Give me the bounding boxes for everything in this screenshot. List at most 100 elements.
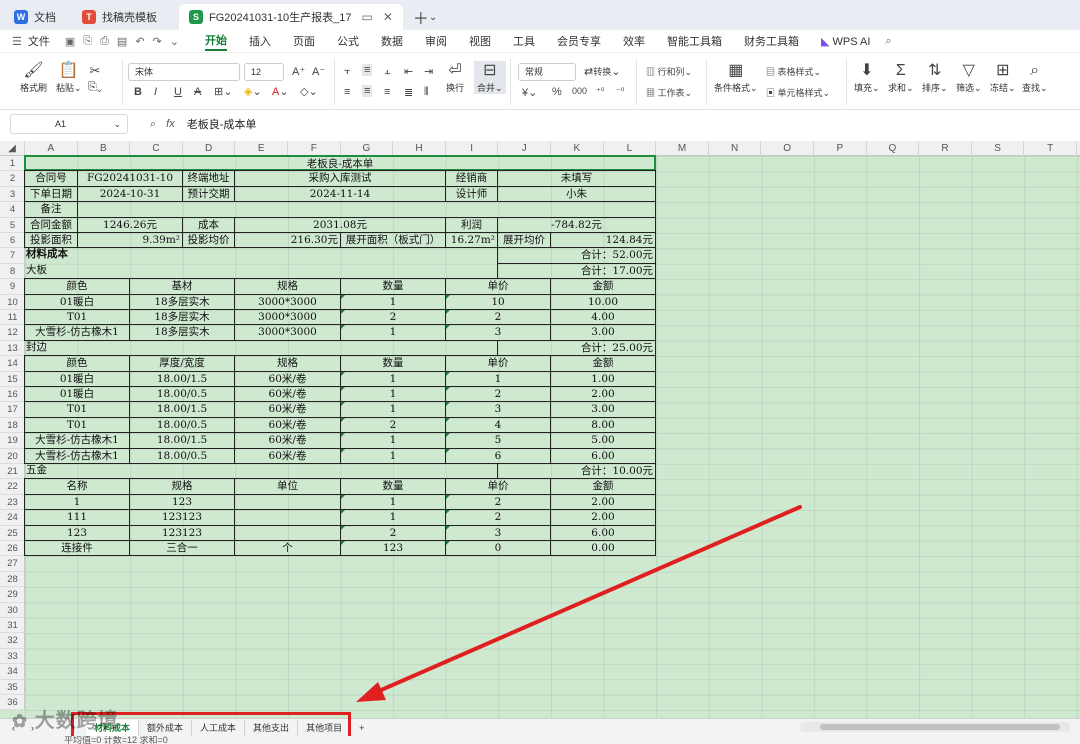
table-cell[interactable]: 18.00/0.5 — [129, 386, 235, 403]
menu-formula[interactable]: 公式 — [337, 33, 359, 49]
row-header[interactable]: 24 — [0, 510, 25, 526]
menu-data[interactable]: 数据 — [381, 33, 403, 49]
table-cell[interactable]: 预计交期 — [182, 185, 235, 203]
column-header[interactable]: N — [709, 141, 762, 156]
row-header[interactable]: 13 — [0, 341, 25, 357]
row-header[interactable]: 1 — [0, 156, 25, 172]
table-cell[interactable]: 大板 — [24, 263, 130, 279]
menu-member[interactable]: 会员专享 — [557, 33, 601, 49]
menu-file[interactable]: 文件 — [28, 33, 50, 49]
fill-color-icon[interactable]: ◈⌄ — [244, 85, 262, 98]
print-icon[interactable]: ⎙ — [100, 35, 109, 48]
row-header[interactable]: 14 — [0, 356, 25, 372]
column-header[interactable]: F — [288, 141, 341, 156]
row-header[interactable]: 15 — [0, 372, 25, 387]
row-header[interactable]: 25 — [0, 526, 25, 541]
row-header[interactable]: 34 — [0, 664, 25, 680]
table-cell[interactable]: 4 — [445, 416, 551, 434]
font-color-icon[interactable]: A⌄ — [272, 85, 289, 98]
table-cell[interactable]: 01暖白 — [24, 370, 130, 387]
menu-smart-toolbox[interactable]: 智能工具箱 — [667, 33, 722, 49]
row-header[interactable]: 4 — [0, 202, 25, 218]
row-header[interactable]: 6 — [0, 233, 25, 249]
worksheet-button[interactable]: ▦ 工作表⌄ — [646, 86, 692, 99]
row-header[interactable]: 10 — [0, 295, 25, 310]
table-cell[interactable]: 1 — [340, 401, 446, 418]
tab-template[interactable]: T 找稿壳模板 — [72, 4, 167, 30]
column-header[interactable]: E — [235, 141, 288, 156]
table-cell[interactable]: 2031.08元 — [234, 216, 446, 233]
table-cell[interactable]: 合计：25.00元 — [497, 339, 656, 357]
bold-icon[interactable]: B — [134, 86, 142, 98]
table-cell[interactable]: 2 — [340, 524, 446, 541]
table-cell[interactable]: 规格 — [234, 355, 341, 372]
align-left-icon[interactable]: ≡ — [344, 86, 350, 98]
menu-insert[interactable]: 插入 — [249, 33, 271, 49]
column-header[interactable]: I — [446, 141, 499, 156]
column-header[interactable]: S — [972, 141, 1025, 156]
row-header[interactable]: 28 — [0, 572, 25, 588]
column-header[interactable]: Q — [867, 141, 920, 156]
menu-tools[interactable]: 工具 — [513, 33, 535, 49]
menu-home[interactable]: 开始 — [204, 32, 227, 51]
table-cell[interactable]: 8.00 — [550, 416, 656, 434]
table-cell[interactable]: 规格 — [129, 478, 235, 495]
row-header[interactable]: 21 — [0, 464, 25, 480]
table-cell[interactable]: 3 — [445, 401, 551, 418]
table-cell[interactable]: 名称 — [24, 478, 130, 495]
row-header[interactable]: 30 — [0, 603, 25, 618]
table-cell[interactable]: 3000*3000 — [234, 293, 341, 310]
align-bottom-icon[interactable]: ⫠ — [384, 65, 391, 78]
table-cell[interactable]: 金额 — [550, 355, 656, 372]
table-cell[interactable]: 单价 — [445, 355, 551, 372]
row-header[interactable]: 26 — [0, 541, 25, 557]
table-cell[interactable]: 2 — [445, 493, 551, 511]
table-cell[interactable]: 1 — [340, 509, 446, 526]
zoom-icon[interactable]: ⌕ — [150, 118, 156, 131]
distribute-icon[interactable]: ⫴ — [424, 86, 429, 99]
scroll-thumb[interactable] — [820, 724, 1060, 730]
table-cell[interactable]: 60米/卷 — [234, 386, 341, 403]
row-header[interactable]: 5 — [0, 218, 25, 233]
table-cell[interactable] — [234, 493, 341, 511]
column-header[interactable]: L — [604, 141, 657, 156]
row-header[interactable]: 12 — [0, 325, 25, 341]
table-cell[interactable]: 18.00/1.5 — [129, 401, 235, 418]
decimal-increase-icon[interactable]: ⁺⁰ — [596, 86, 604, 97]
redo-icon[interactable]: ↷ — [153, 35, 162, 48]
table-cell[interactable]: 18.00/0.5 — [129, 416, 235, 434]
justify-icon[interactable]: ≣ — [404, 86, 413, 99]
table-cell[interactable]: 216.30元 — [234, 232, 341, 249]
align-middle-icon[interactable]: ≡ — [362, 64, 373, 76]
table-cell[interactable]: 18.00/0.5 — [129, 447, 235, 464]
row-header[interactable]: 19 — [0, 433, 25, 449]
table-cell[interactable]: 5.00 — [550, 432, 656, 449]
table-cell[interactable]: 2.00 — [550, 386, 656, 403]
table-cell[interactable]: 单位 — [234, 478, 341, 495]
table-cell[interactable]: 1246.26元 — [77, 216, 183, 233]
column-header[interactable]: A — [25, 141, 78, 156]
table-cell[interactable]: 数量 — [340, 478, 446, 495]
table-cell[interactable]: 2 — [340, 309, 446, 326]
name-box[interactable]: A1 ⌄ — [10, 114, 128, 134]
table-cell[interactable]: 1.00 — [550, 370, 656, 387]
column-header[interactable]: G — [341, 141, 394, 156]
table-cell[interactable]: 展开均价 — [497, 232, 551, 249]
table-cell[interactable]: 2024-11-14 — [234, 185, 446, 203]
menu-page[interactable]: 页面 — [293, 33, 315, 49]
cut-button[interactable]: ✂ ⎘⌄ — [88, 61, 102, 94]
table-cell[interactable]: 成本 — [182, 216, 235, 233]
table-cell[interactable]: 投影面积 — [24, 232, 78, 249]
table-cell[interactable]: 1 — [340, 370, 446, 387]
table-cell[interactable]: 16.27m² — [445, 232, 498, 249]
table-cell[interactable]: 1 — [445, 370, 551, 387]
spreadsheet-area[interactable]: ◢ ABCDEFGHIJKLMNOPQRST 1 2 3 4 5 6 7 8 9 10 11 12 13… — [0, 141, 1080, 718]
row-header[interactable]: 23 — [0, 495, 25, 511]
monitor-icon[interactable]: ▭ — [361, 10, 372, 24]
table-cell[interactable]: 3000*3000 — [234, 324, 341, 341]
table-cell[interactable]: 数量 — [340, 355, 446, 372]
table-cell[interactable]: 124.84元 — [550, 232, 656, 249]
table-cell[interactable]: 大雪杉-仿古橡木1 — [24, 432, 130, 449]
paste-button[interactable]: 📋 粘贴⌄ — [56, 61, 82, 94]
align-top-icon[interactable]: ⫟ — [344, 65, 351, 78]
